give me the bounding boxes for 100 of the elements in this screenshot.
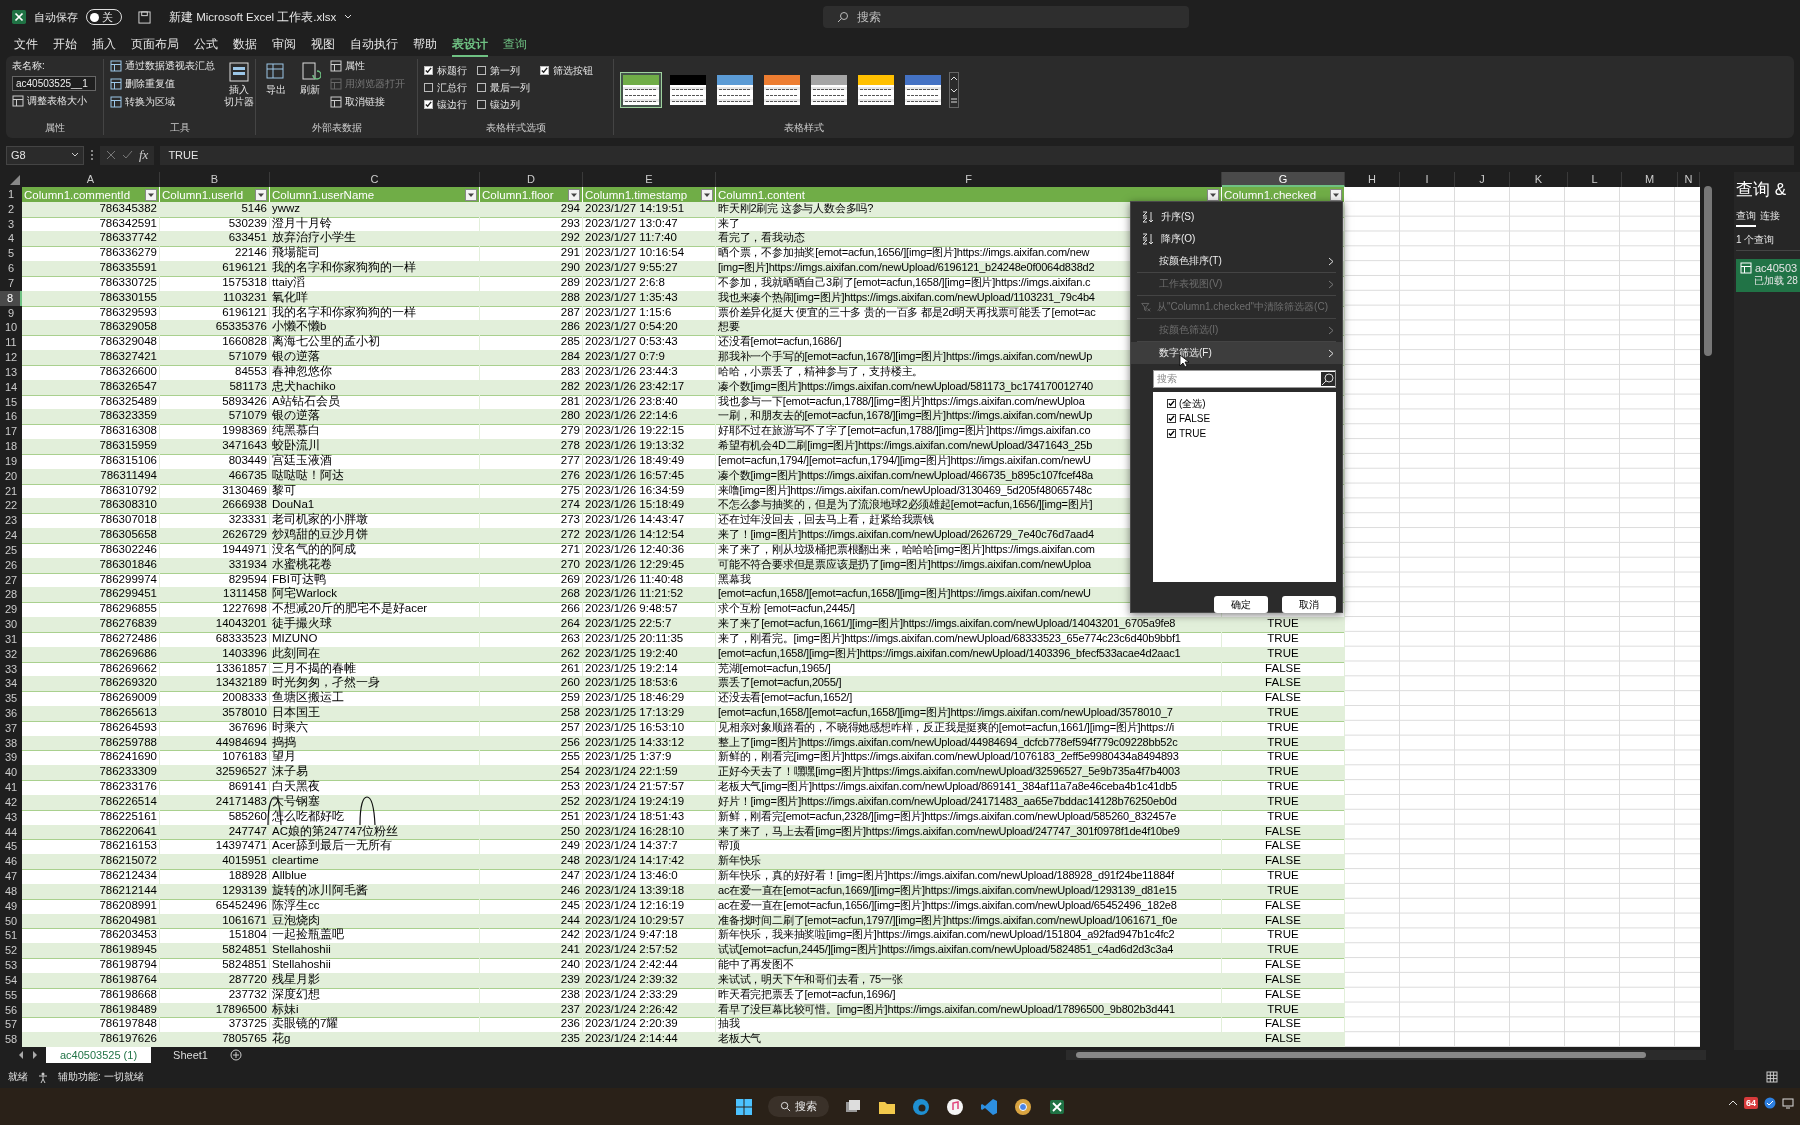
filter-button[interactable]	[568, 188, 580, 201]
row-number[interactable]: 35	[0, 691, 22, 707]
music-icon[interactable]	[944, 1096, 965, 1117]
start-icon[interactable]	[733, 1096, 754, 1117]
dialog-button[interactable]: 取消	[1282, 596, 1336, 613]
checkbox[interactable]	[424, 100, 433, 109]
code-editor-icon[interactable]	[978, 1096, 999, 1117]
checkbox[interactable]	[424, 83, 433, 92]
query-item[interactable]: ac40503 已加载 28	[1736, 259, 1800, 292]
row-number[interactable]: 30	[0, 617, 22, 633]
search-field[interactable]: 搜索	[1153, 370, 1336, 388]
sheet-tab[interactable]: Sheet1	[159, 1047, 222, 1064]
row-number[interactable]: 24	[0, 528, 22, 544]
row-number[interactable]: 23	[0, 513, 22, 530]
more-icon[interactable]	[90, 149, 94, 161]
ribbon-tab[interactable]: 页面布局	[131, 33, 179, 57]
row-number[interactable]: 45	[0, 839, 22, 856]
chevron-up-icon[interactable]	[1728, 1098, 1738, 1108]
taskbar-search[interactable]: 搜索	[767, 1096, 829, 1117]
row-number[interactable]: 16	[0, 409, 22, 426]
insert-function-button[interactable]: fx	[139, 147, 149, 163]
menu-item[interactable]: 数字筛选(F)	[1131, 342, 1342, 364]
row-number[interactable]: 34	[0, 676, 22, 693]
cancel-icon[interactable]	[106, 150, 116, 160]
filter-button[interactable]	[701, 188, 713, 201]
search-field[interactable]: 搜索	[823, 6, 1189, 28]
gallery-scroll-icon[interactable]	[949, 72, 959, 108]
row-number[interactable]: 51	[0, 928, 22, 945]
column-header[interactable]: G	[1222, 172, 1345, 187]
tool-button[interactable]: 删除重复值	[110, 77, 215, 91]
ribbon-tab[interactable]: 视图	[311, 33, 335, 57]
monitor-icon[interactable]	[1782, 1097, 1794, 1109]
row-number[interactable]: 4	[0, 231, 22, 248]
tool-button[interactable]: 转换为区域	[110, 95, 215, 109]
pane-tab[interactable]: 连接	[1760, 209, 1780, 227]
filter-button[interactable]	[1330, 188, 1342, 201]
search-icon[interactable]	[1321, 372, 1335, 386]
row-number[interactable]: 6	[0, 261, 22, 277]
row-number[interactable]: 28	[0, 587, 22, 604]
row-number[interactable]: 29	[0, 602, 22, 619]
row-number[interactable]: 40	[0, 765, 22, 782]
row-number[interactable]: 41	[0, 780, 22, 796]
row-number[interactable]: 5	[0, 246, 22, 263]
filter-button[interactable]	[255, 188, 267, 201]
table-style-swatch[interactable]	[761, 72, 803, 108]
row-number[interactable]: 18	[0, 439, 22, 455]
export-button[interactable]: 导出	[262, 59, 290, 121]
row-number[interactable]: 58	[0, 1032, 22, 1049]
dialog-button[interactable]: 确定	[1214, 596, 1268, 613]
ribbon-tab[interactable]: 帮助	[413, 33, 437, 57]
ribbon-tab[interactable]: 数据	[233, 33, 257, 57]
add-sheet-icon[interactable]	[229, 1049, 242, 1062]
formula-field[interactable]: TRUE	[160, 145, 1794, 165]
file-title[interactable]: 新建 Microsoft Excel 工作表.xlsx	[169, 9, 337, 25]
ribbon-tab[interactable]: 自动执行	[350, 33, 398, 57]
filter-button[interactable]	[1207, 188, 1219, 201]
checkbox[interactable]	[424, 66, 433, 75]
row-number[interactable]: 22	[0, 498, 22, 515]
checkbox[interactable]	[477, 100, 486, 109]
normal-view-icon[interactable]	[1766, 1071, 1778, 1083]
ribbon-tab[interactable]: 开始	[53, 33, 77, 57]
row-number[interactable]: 12	[0, 350, 22, 366]
scroll-right-icon[interactable]	[32, 1051, 38, 1060]
filter-button[interactable]	[465, 188, 477, 201]
horizontal-scrollbar[interactable]	[1066, 1050, 1706, 1061]
refresh-button[interactable]: 刷新	[296, 59, 324, 121]
row-number[interactable]: 57	[0, 1017, 22, 1034]
checkbox[interactable]	[540, 66, 549, 75]
insert-slicer-button[interactable]: 插入 切片器	[221, 59, 257, 121]
filter-button[interactable]	[145, 188, 157, 201]
chevron-icon[interactable]	[71, 151, 79, 159]
row-number[interactable]: 52	[0, 943, 22, 960]
ribbon-tab[interactable]: 插入	[92, 33, 116, 57]
empty-cells-grid[interactable]	[1345, 187, 1700, 1048]
tool-button[interactable]: 通过数据透视表汇总	[110, 59, 215, 73]
row-number[interactable]: 17	[0, 424, 22, 441]
checkbox[interactable]	[1167, 429, 1176, 438]
checkbox[interactable]	[1167, 414, 1176, 423]
table-style-swatch[interactable]	[714, 72, 756, 108]
name-box[interactable]: G8	[6, 145, 84, 165]
table-style-swatch[interactable]	[808, 72, 850, 108]
resize-table-button[interactable]: 调整表格大小	[12, 94, 97, 108]
row-number[interactable]: 46	[0, 854, 22, 871]
accessibility-status[interactable]: 辅助功能: 一切就绪	[58, 1070, 144, 1084]
row-number[interactable]: 47	[0, 869, 22, 885]
sheet-tab[interactable]: ac40503525 (1)	[46, 1047, 152, 1064]
table-name-field[interactable]: ac40503525__1	[12, 76, 96, 91]
row-number[interactable]: 11	[0, 335, 22, 352]
row-number[interactable]: 53	[0, 958, 22, 974]
ribbon-tab[interactable]: 审阅	[272, 33, 296, 57]
ribbon-tab[interactable]: 文件	[14, 33, 38, 57]
external-data-button[interactable]: 属性	[330, 59, 405, 73]
ribbon-tab[interactable]: 公式	[194, 33, 218, 57]
tray-badge[interactable]: 64	[1744, 1097, 1758, 1109]
row-number[interactable]: 39	[0, 750, 22, 767]
table-style-swatch[interactable]	[902, 72, 944, 108]
row-number[interactable]: 10	[0, 320, 22, 337]
table-style-swatch[interactable]	[620, 72, 662, 108]
checkbox[interactable]	[1167, 399, 1176, 408]
row-number[interactable]: 1	[0, 187, 22, 203]
